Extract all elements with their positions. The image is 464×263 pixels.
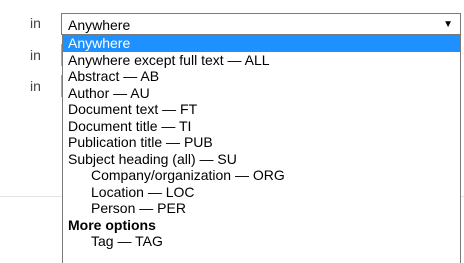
in-label: in [30, 15, 41, 31]
option-anywhere-except-full-text[interactable]: Anywhere except full text — ALL [63, 52, 460, 69]
option-company-organization[interactable]: Company/organization — ORG [63, 167, 460, 184]
in-label: in [30, 78, 41, 94]
search-field-panel: in in in Anywhere ▼ Anywhere Anywhere ex… [0, 0, 464, 263]
option-person[interactable]: Person — PER [63, 200, 460, 217]
option-anywhere[interactable]: Anywhere [63, 35, 460, 52]
option-author[interactable]: Author — AU [63, 85, 460, 102]
option-document-title[interactable]: Document title — TI [63, 118, 460, 135]
option-publication-title[interactable]: Publication title — PUB [63, 134, 460, 151]
select-value: Anywhere [68, 17, 131, 33]
option-document-text[interactable]: Document text — FT [63, 101, 460, 118]
option-subject-heading[interactable]: Subject heading (all) — SU [63, 151, 460, 168]
option-tag[interactable]: Tag — TAG [63, 233, 460, 250]
option-abstract[interactable]: Abstract — AB [63, 68, 460, 85]
optgroup-more-options: More options [68, 216, 156, 233]
option-location[interactable]: Location — LOC [63, 184, 460, 201]
dropdown-arrow-icon[interactable]: ▼ [443, 19, 453, 30]
in-label: in [30, 47, 41, 63]
dropdown-list[interactable]: Anywhere Anywhere except full text — ALL… [62, 35, 461, 263]
field-select[interactable]: Anywhere ▼ [61, 13, 461, 35]
